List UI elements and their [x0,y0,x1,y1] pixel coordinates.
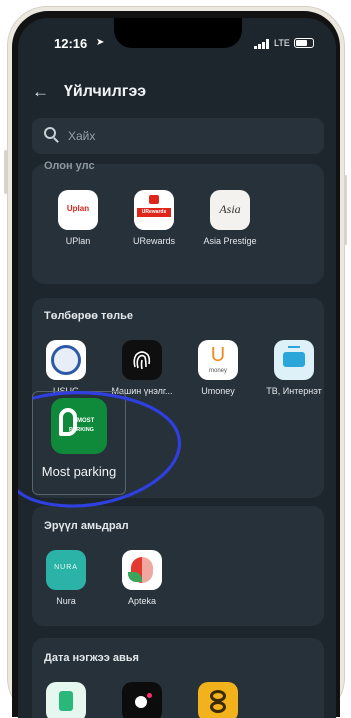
app-label: Asia Prestige [203,236,257,246]
asia-prestige-logo: Asia [210,190,250,230]
data-app-yellow-mark-2 [210,701,226,713]
section-international: Олон улс Uplan UPlan URewards URewards A… [32,160,324,284]
uplan-logo: Uplan [58,190,98,230]
app-label: UPlan [65,236,91,246]
parking-most-text: MOST [77,418,95,424]
camera-notch [114,18,242,48]
data-app-white-dot [135,696,147,708]
app-nura[interactable]: NURA Nura [28,550,104,606]
search-input[interactable]: Хайх [32,118,324,154]
app-label: Umoney [201,386,235,396]
urewards-logo-text: URewards [137,208,171,217]
app-most-parking[interactable]: MOST PARKING Most parking [32,398,126,479]
parking-word-text: PARKING [69,427,94,433]
data-app-green-icon [46,682,86,718]
section-title: Дата нэгжээ авья [44,652,139,664]
data-app-pink-dot [147,693,152,698]
app-data-yellow[interactable] [180,682,256,718]
signal-icon [254,39,270,49]
umoney-mark: U [210,344,226,366]
nura-logo: NURA [46,550,86,590]
nura-logo-text: NURA [54,564,78,571]
app-car-valuation[interactable]: Машин үнэлг... [104,340,180,396]
battery-icon [294,38,314,48]
status-time: 12:16 [54,36,88,51]
most-parking-logo: MOST PARKING [51,398,107,454]
section-title: Эрүүл амьдрал [44,520,129,532]
fingerprint-glyph [133,351,151,370]
app-label: URewards [132,236,175,246]
section-data-units: Дата нэгжээ авья [32,638,324,718]
asia-logo-text: Asia [219,202,241,216]
app-asia-prestige[interactable]: Asia Asia Prestige [192,190,268,246]
data-app-green-mark [59,691,73,711]
side-button-right [344,175,347,245]
search-icon [44,127,56,139]
umoney-text: money [208,368,227,374]
app-apteka[interactable]: Apteka [104,550,180,606]
app-label: Nura [56,596,76,606]
urewards-logo: URewards [134,190,174,230]
data-app-yellow-icon [198,682,238,718]
usug-logo [46,340,86,380]
app-data-green[interactable] [28,682,104,718]
app-umoney[interactable]: U money Umoney [180,340,256,396]
page-title: Үйлчилгээ [64,83,147,100]
section-healthy-living: Эрүүл амьдрал NURA Nura Apteka [32,506,324,626]
tv-icon [274,340,314,380]
location-arrow-icon: ➤ [96,37,105,48]
app-urewards[interactable]: URewards URewards [116,190,192,246]
search-placeholder: Хайх [68,129,96,143]
status-bar: 12:16 ➤ LTE [18,18,336,68]
app-label: Apteka [127,596,157,606]
umoney-logo: U money [198,340,238,380]
usug-emblem [51,345,81,375]
tv-antenna [288,346,300,352]
phone-screen: 12:16 ➤ LTE ← Үйлчилгээ Хайх Олон улс Up… [18,18,336,718]
gift-icon [149,195,159,204]
section-title: Олон улс [44,160,95,172]
app-uplan[interactable]: Uplan UPlan [40,190,116,246]
fingerprint-icon [122,340,162,380]
apteka-logo [122,550,162,590]
arrow-left-icon[interactable]: ← [32,82,49,102]
app-label: ТВ, Интернэт [266,386,322,396]
app-data-black[interactable] [104,682,180,718]
network-type: LTE [274,38,290,48]
page-header: ← Үйлчилгээ [18,74,336,114]
section-title: Төлбөрөө төлье [44,310,133,322]
app-usug[interactable]: USUG [28,340,104,396]
side-button-left [4,150,7,194]
uplan-logo-text: Uplan [66,204,90,213]
data-app-black-icon [122,682,162,718]
tv-screen [283,352,305,367]
app-tv-internet[interactable]: ТВ, Интернэт [256,340,332,396]
app-label: Most parking [41,464,117,479]
